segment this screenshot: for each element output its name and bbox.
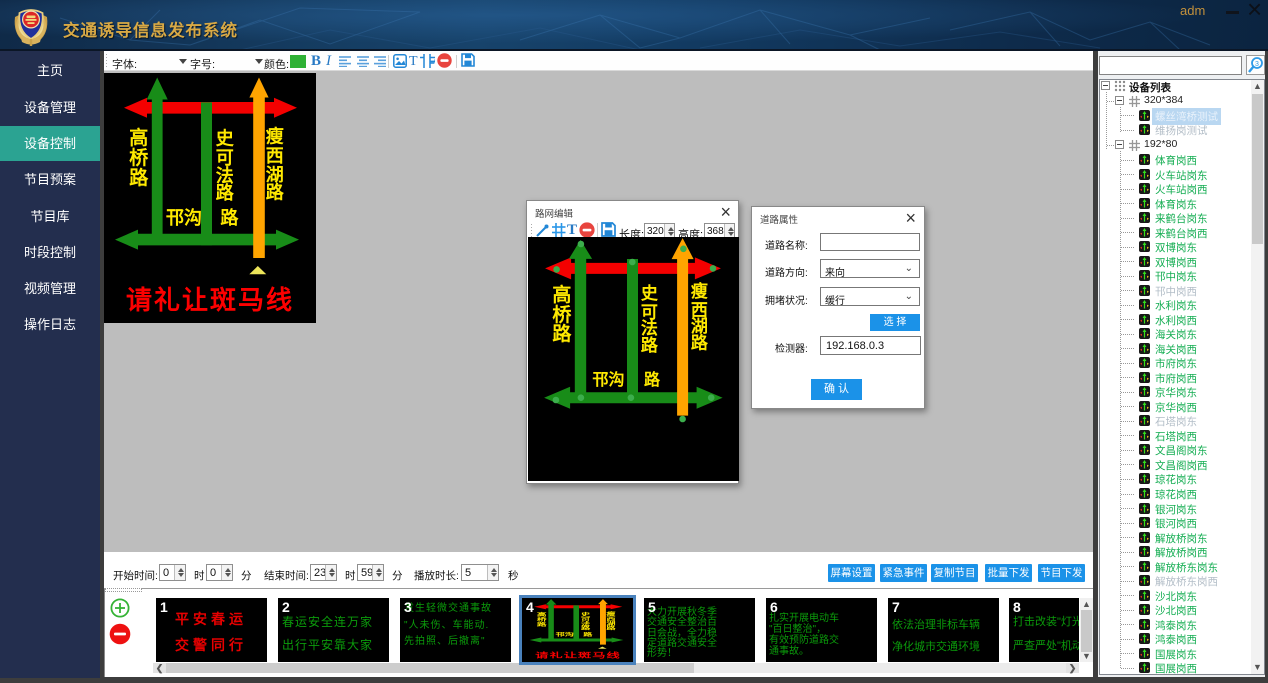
svg-text:3: 3 [1255, 61, 1259, 68]
svg-text:路: 路 [216, 182, 235, 203]
svg-text:请礼让斑马线: 请礼让斑马线 [126, 285, 294, 315]
svg-text:高: 高 [552, 283, 571, 306]
svg-text:路: 路 [644, 370, 661, 389]
svg-text:桥: 桥 [129, 146, 149, 169]
svg-text:瘦: 瘦 [691, 281, 708, 301]
svg-text:路: 路 [129, 166, 149, 189]
svg-text:可: 可 [216, 148, 234, 168]
svg-text:路: 路 [581, 625, 591, 631]
svg-text:瘦: 瘦 [266, 126, 284, 147]
svg-text:路: 路 [266, 182, 285, 203]
svg-text:法: 法 [641, 318, 658, 338]
svg-text:西: 西 [266, 146, 284, 166]
svg-text:路: 路 [691, 333, 709, 353]
svg-text:高: 高 [537, 611, 547, 617]
svg-text:邗沟: 邗沟 [166, 207, 202, 228]
svg-text:路: 路 [583, 632, 593, 638]
svg-text:路: 路 [641, 335, 659, 355]
svg-text:高: 高 [129, 126, 148, 149]
svg-text:路: 路 [537, 621, 547, 627]
svg-text:桥: 桥 [552, 303, 572, 326]
svg-text:路: 路 [552, 322, 572, 345]
svg-text:史: 史 [641, 283, 659, 303]
svg-text:路: 路 [220, 207, 239, 228]
svg-text:请礼让斑马线: 请礼让斑马线 [535, 651, 621, 659]
svg-text:路: 路 [606, 625, 616, 631]
svg-text:邗沟: 邗沟 [592, 370, 624, 389]
svg-text:史: 史 [216, 128, 235, 149]
svg-text:邗沟: 邗沟 [556, 632, 574, 638]
svg-text:桥: 桥 [537, 616, 547, 622]
